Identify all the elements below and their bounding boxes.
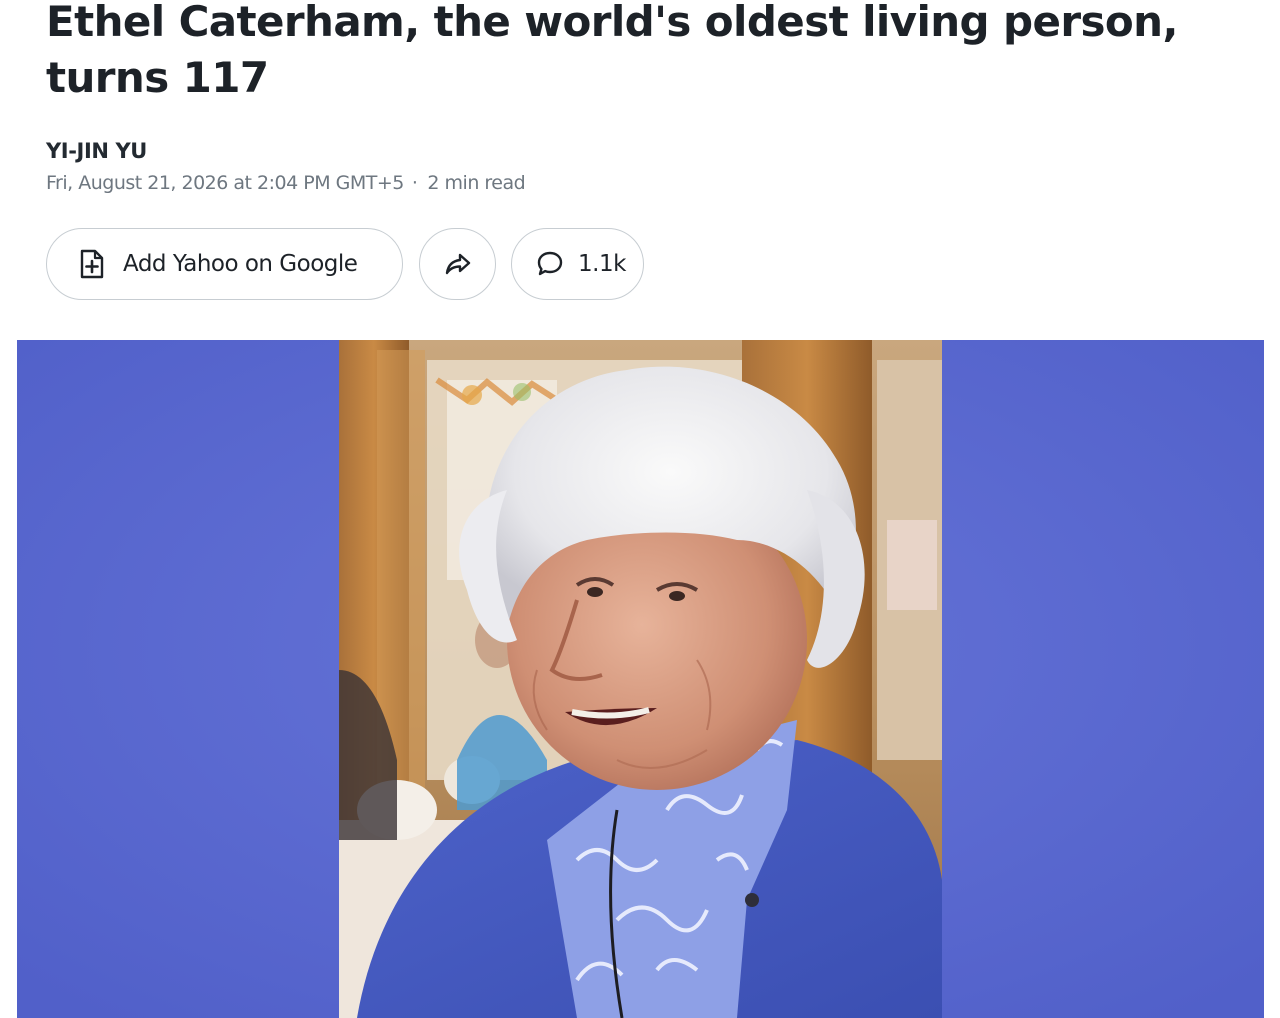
- add-yahoo-on-google-button[interactable]: Add Yahoo on Google: [46, 228, 403, 300]
- add-yahoo-on-google-label: Add Yahoo on Google: [123, 251, 358, 277]
- read-time: 2 min read: [427, 172, 526, 194]
- speech-bubble-icon: [536, 250, 564, 278]
- document-plus-icon: [79, 249, 105, 279]
- share-button[interactable]: [419, 228, 496, 300]
- article-page: Ethel Caterham, the world's oldest livin…: [0, 0, 1280, 1018]
- byline: YI-JIN YU Fri, August 21, 2026 at 2:04 P…: [46, 138, 526, 195]
- comments-button[interactable]: 1.1k: [511, 228, 644, 300]
- comments-count: 1.1k: [578, 251, 626, 277]
- publish-date: Fri, August 21, 2026 at 2:04 PM GMT+5: [46, 172, 404, 194]
- author-name[interactable]: YI-JIN YU: [46, 138, 525, 164]
- share-arrow-icon: [444, 252, 472, 276]
- article-headline: Ethel Caterham, the world's oldest livin…: [46, 0, 1178, 102]
- hero-image[interactable]: [17, 340, 1264, 1018]
- article-meta: Fri, August 21, 2026 at 2:04 PM GMT+5 · 2 …: [46, 171, 526, 195]
- meta-separator: ·: [411, 172, 418, 194]
